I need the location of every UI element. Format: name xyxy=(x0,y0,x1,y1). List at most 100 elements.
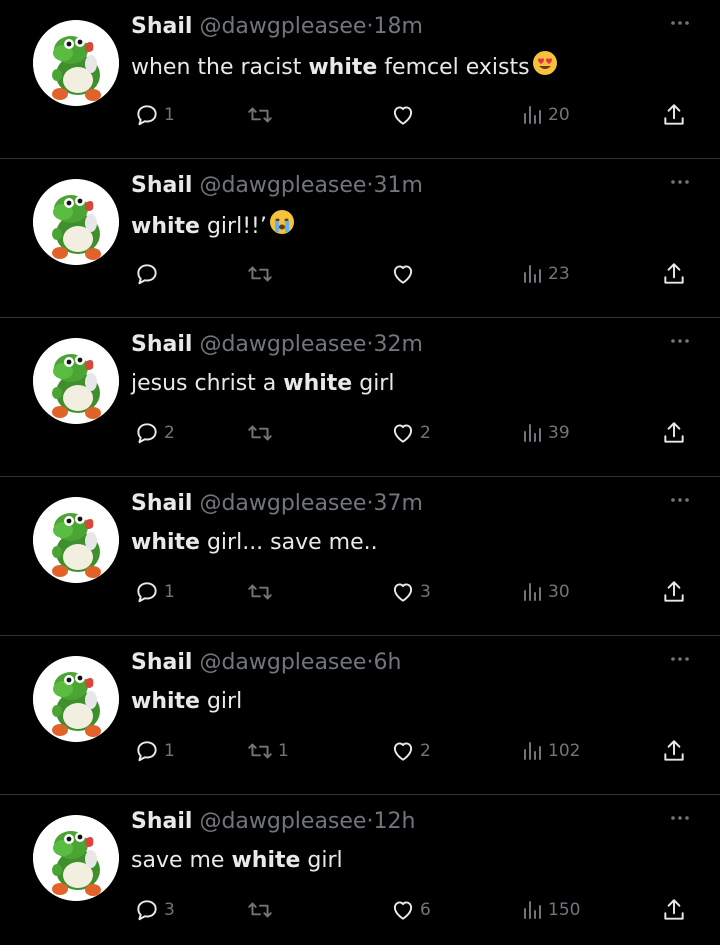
retweet-button[interactable] xyxy=(246,895,278,925)
share-button[interactable] xyxy=(661,895,687,925)
tweet-text: jesus christ a white girl xyxy=(131,368,394,400)
like-count: 3 xyxy=(420,582,431,602)
retweet-icon xyxy=(248,743,272,759)
tweet-header: Shail @dawgpleasee·6h xyxy=(131,648,401,678)
views-button[interactable]: 20 xyxy=(520,100,570,130)
tweet[interactable]: Shail @dawgpleasee·31m white girl!!’ 23 xyxy=(0,159,720,318)
tweet-text: white girl xyxy=(131,686,242,718)
tweet[interactable]: Shail @dawgpleasee·18m when the racist w… xyxy=(0,0,720,159)
share-button[interactable] xyxy=(661,736,687,766)
views-button[interactable]: 102 xyxy=(520,736,580,766)
author-name[interactable]: Shail xyxy=(131,650,192,675)
reply-button[interactable]: 1 xyxy=(134,100,175,130)
author-name[interactable]: Shail xyxy=(131,809,192,834)
bold-text-segment: white xyxy=(131,530,200,555)
share-icon xyxy=(664,581,684,602)
tweet-header: Shail @dawgpleasee·31m xyxy=(131,171,423,201)
tweet-timestamp[interactable]: 12h xyxy=(373,809,415,834)
author-handle[interactable]: @dawgpleasee xyxy=(199,14,366,39)
tweet[interactable]: Shail @dawgpleasee·32m jesus christ a wh… xyxy=(0,318,720,477)
retweet-button[interactable] xyxy=(246,577,278,607)
reply-button[interactable]: 3 xyxy=(134,895,175,925)
avatar[interactable] xyxy=(33,815,119,901)
views-button[interactable]: 150 xyxy=(520,895,580,925)
views-icon xyxy=(524,424,541,442)
share-button[interactable] xyxy=(661,259,687,289)
tweet-text: white girl!!’ xyxy=(131,209,295,245)
share-icon xyxy=(664,740,684,761)
like-button[interactable]: 2 xyxy=(390,736,431,766)
more-icon[interactable] xyxy=(670,487,690,508)
author-handle[interactable]: @dawgpleasee xyxy=(199,173,366,198)
more-icon[interactable] xyxy=(670,10,690,31)
share-button[interactable] xyxy=(661,418,687,448)
text-segment: when the racist xyxy=(131,55,309,80)
retweet-button[interactable] xyxy=(246,100,278,130)
reply-icon xyxy=(137,423,157,444)
avatar[interactable] xyxy=(33,656,119,742)
reply-button[interactable]: 1 xyxy=(134,577,175,607)
views-icon xyxy=(524,265,541,283)
tweet-timestamp[interactable]: 37m xyxy=(373,491,422,516)
avatar[interactable] xyxy=(33,179,119,265)
like-button[interactable] xyxy=(390,259,420,289)
reply-count: 1 xyxy=(164,105,175,125)
more-icon[interactable] xyxy=(670,169,690,190)
more-icon[interactable] xyxy=(670,805,690,826)
tweet[interactable]: Shail @dawgpleasee·12h save me white gir… xyxy=(0,795,720,945)
tweet-timestamp[interactable]: 6h xyxy=(373,650,401,675)
bold-text-segment: white xyxy=(308,55,378,80)
avatar[interactable] xyxy=(33,338,119,424)
author-name[interactable]: Shail xyxy=(131,332,192,357)
reply-button[interactable] xyxy=(134,259,164,289)
avatar[interactable] xyxy=(33,497,119,583)
green-dinosaur-avatar-icon xyxy=(33,656,119,742)
text-segment: jesus christ a xyxy=(131,371,284,396)
views-icon xyxy=(524,901,541,919)
reply-count: 1 xyxy=(164,582,175,602)
more-icon[interactable] xyxy=(670,646,690,667)
avatar[interactable] xyxy=(33,20,119,106)
tweet[interactable]: Shail @dawgpleasee·6h white girl 1 1 2 1… xyxy=(0,636,720,795)
text-segment: girl xyxy=(199,689,243,714)
share-icon xyxy=(664,263,684,284)
author-name[interactable]: Shail xyxy=(131,491,192,516)
like-button[interactable]: 6 xyxy=(390,895,431,925)
reply-button[interactable]: 1 xyxy=(134,736,175,766)
bold-text-segment: white xyxy=(131,689,200,714)
tweet-actions: 2 2 39 xyxy=(0,418,720,448)
views-button[interactable]: 23 xyxy=(520,259,570,289)
author-name[interactable]: Shail xyxy=(131,173,192,198)
share-button[interactable] xyxy=(661,577,687,607)
tweet-header: Shail @dawgpleasee·37m xyxy=(131,489,423,519)
like-count: 2 xyxy=(420,423,431,443)
reply-button[interactable]: 2 xyxy=(134,418,175,448)
author-handle[interactable]: @dawgpleasee xyxy=(199,809,366,834)
retweet-button[interactable] xyxy=(246,259,278,289)
retweet-icon xyxy=(248,107,272,123)
author-name[interactable]: Shail xyxy=(131,14,192,39)
heart-icon xyxy=(393,583,413,602)
retweet-button[interactable]: 1 xyxy=(246,736,289,766)
more-icon[interactable] xyxy=(670,328,690,349)
share-button[interactable] xyxy=(661,100,687,130)
like-button[interactable]: 2 xyxy=(390,418,431,448)
tweet-timestamp[interactable]: 32m xyxy=(373,332,422,357)
tweet[interactable]: Shail @dawgpleasee·37m white girl... sav… xyxy=(0,477,720,636)
tweet-timestamp[interactable]: 18m xyxy=(373,14,422,39)
tweet-timestamp[interactable]: 31m xyxy=(373,173,422,198)
retweet-count: 1 xyxy=(278,741,289,761)
views-icon xyxy=(524,742,541,760)
like-button[interactable] xyxy=(390,100,420,130)
views-button[interactable]: 30 xyxy=(520,577,570,607)
author-handle[interactable]: @dawgpleasee xyxy=(199,332,366,357)
views-count: 102 xyxy=(548,741,581,761)
author-handle[interactable]: @dawgpleasee xyxy=(199,650,366,675)
retweet-button[interactable] xyxy=(246,418,278,448)
green-dinosaur-avatar-icon xyxy=(33,497,119,583)
like-button[interactable]: 3 xyxy=(390,577,431,607)
author-handle[interactable]: @dawgpleasee xyxy=(199,491,366,516)
tweet-header: Shail @dawgpleasee·18m xyxy=(131,12,423,42)
views-button[interactable]: 39 xyxy=(520,418,570,448)
reply-count: 3 xyxy=(164,900,175,920)
